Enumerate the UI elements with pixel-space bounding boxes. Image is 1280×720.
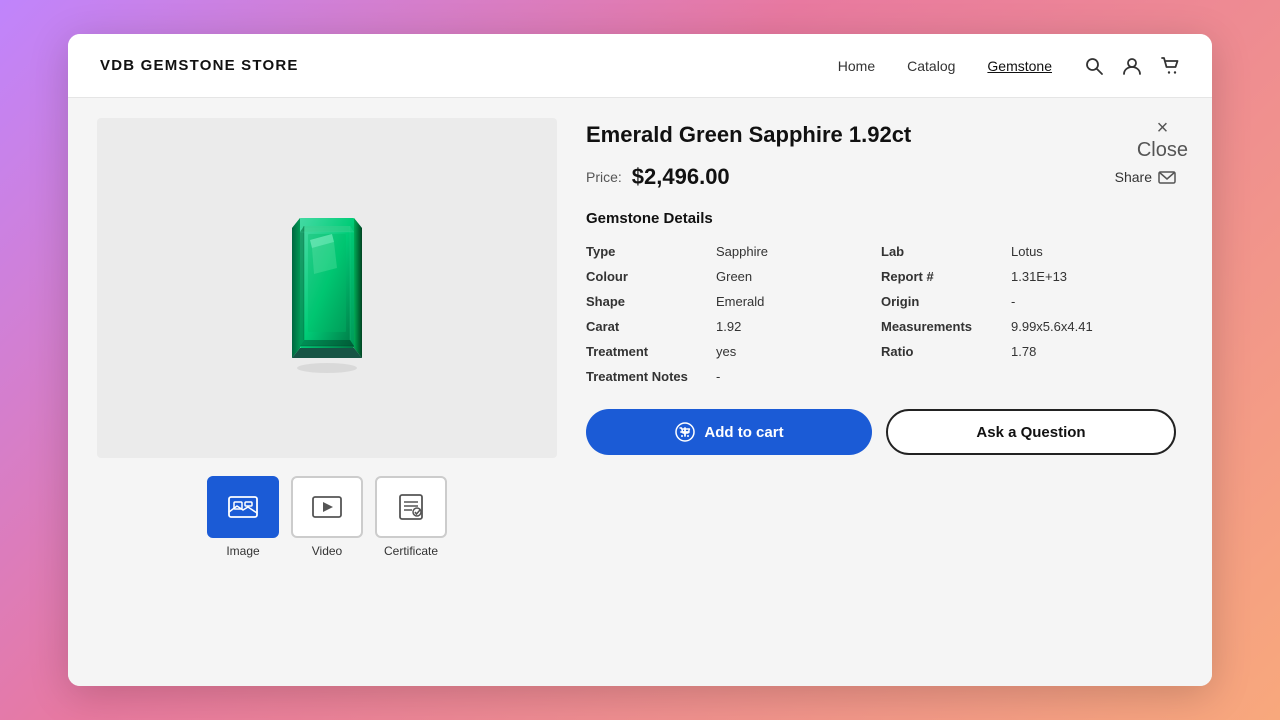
email-icon — [1158, 168, 1176, 186]
nav-home[interactable]: Home — [838, 58, 875, 74]
detail-row-treatment-notes: Treatment Notes - — [586, 364, 881, 389]
product-title: Emerald Green Sapphire 1.92ct — [586, 122, 1176, 148]
add-to-cart-button[interactable]: Add to cart — [586, 409, 872, 455]
close-x-icon: × — [1157, 118, 1169, 138]
video-tab-box[interactable] — [291, 476, 363, 538]
action-row: Add to cart Ask a Question — [586, 409, 1176, 455]
details-title: Gemstone Details — [586, 210, 1176, 227]
detail-row-report: Report # 1.31E+13 — [881, 264, 1176, 289]
details-section: × Close Emerald Green Sapphire 1.92ct Pr… — [562, 118, 1188, 670]
logo: VDB GEMSTONE STORE — [100, 57, 299, 74]
media-tabs: Image Video — [207, 476, 447, 558]
detail-row-type: Type Sapphire — [586, 239, 881, 264]
details-right-col: Lab Lotus Report # 1.31E+13 Origin - M — [881, 239, 1176, 389]
user-icon[interactable] — [1122, 56, 1142, 76]
close-button[interactable]: × Close — [1137, 118, 1188, 160]
certificate-tab-box[interactable] — [375, 476, 447, 538]
price-value: $2,496.00 — [632, 164, 730, 190]
main-content: Image Video — [68, 98, 1212, 686]
cart-icon[interactable] — [1160, 56, 1180, 76]
image-tab-box[interactable] — [207, 476, 279, 538]
product-image-box — [97, 118, 557, 458]
detail-row-origin: Origin - — [881, 289, 1176, 314]
detail-row-carat: Carat 1.92 — [586, 314, 881, 339]
share-label: Share — [1115, 169, 1152, 185]
ask-question-label: Ask a Question — [976, 424, 1085, 441]
detail-row-lab: Lab Lotus — [881, 239, 1176, 264]
detail-row-colour: Colour Green — [586, 264, 881, 289]
media-tab-video[interactable]: Video — [291, 476, 363, 558]
nav-gemstone[interactable]: Gemstone — [987, 58, 1052, 74]
detail-row-ratio: Ratio 1.78 — [881, 339, 1176, 364]
add-to-cart-label: Add to cart — [704, 424, 783, 441]
nav-catalog[interactable]: Catalog — [907, 58, 955, 74]
main-nav: Home Catalog Gemstone — [838, 58, 1052, 74]
price-label: Price: — [586, 169, 622, 185]
header-icons — [1084, 56, 1180, 76]
image-section: Image Video — [92, 118, 562, 670]
detail-row-shape: Shape Emerald — [586, 289, 881, 314]
search-icon[interactable] — [1084, 56, 1104, 76]
detail-row-treatment: Treatment yes — [586, 339, 881, 364]
main-window: VDB GEMSTONE STORE Home Catalog Gemstone — [68, 34, 1212, 686]
media-tab-certificate[interactable]: Certificate — [375, 476, 447, 558]
share-button[interactable]: Share — [1115, 168, 1176, 186]
details-left-col: Type Sapphire Colour Green Shape Emerald — [586, 239, 881, 389]
cart-btn-icon — [674, 421, 696, 443]
ask-question-button[interactable]: Ask a Question — [886, 409, 1176, 455]
header: VDB GEMSTONE STORE Home Catalog Gemstone — [68, 34, 1212, 98]
product-area: Image Video — [68, 118, 1212, 686]
details-grid: Type Sapphire Colour Green Shape Emerald — [586, 239, 1176, 389]
media-tab-image[interactable]: Image — [207, 476, 279, 558]
price-row: Price: $2,496.00 Share — [586, 164, 1176, 190]
gemstone-image — [282, 198, 372, 378]
detail-row-measurements: Measurements 9.99x5.6x4.41 — [881, 314, 1176, 339]
